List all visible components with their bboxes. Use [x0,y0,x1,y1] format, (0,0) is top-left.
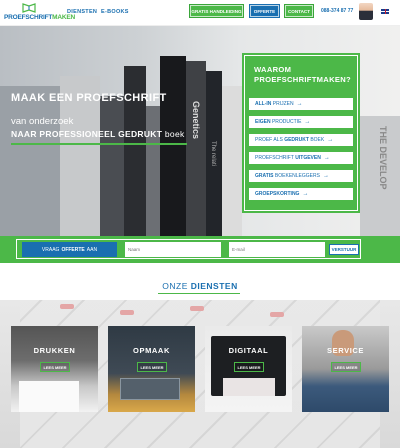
phone-number[interactable]: 088-374 87 77 [321,8,353,14]
logo-book-icon [22,3,36,13]
book-spine [146,106,160,236]
send-button[interactable]: VERSTUUR [329,244,359,255]
pink-tile [190,306,204,311]
logo-text: PROEFSCHRIFTMAKEN [4,14,75,21]
service-card-drukken[interactable]: DRUKKEN LEES MEER [11,326,98,412]
services-underline [158,293,240,294]
laptop-screen [120,378,180,400]
site-header: PROEFSCHRIFTMAKEN DIENSTEN E-BOOKS GRATI… [0,0,400,26]
hero-subtitle-1: van onderzoek [11,116,74,127]
uk-flag-icon[interactable] [381,9,389,14]
book-title-develop: THE DEVELOP [378,126,388,190]
gratis-handleiding-button[interactable]: GRATIS HANDLEIDING [189,4,244,18]
request-quote-button[interactable]: VRAAG OFFERTE AAN [22,242,117,257]
why-item-groepskorting[interactable]: GROEPSKORTING → [249,188,353,200]
book-spine [100,96,124,236]
hero-title: MAAK EEN PROEFSCHRIFT [11,92,167,104]
why-item-proef-gedrukt[interactable]: PROEF ALS GEDRUKT BOEK → [249,134,353,146]
nav-ebooks[interactable]: E-BOOKS [101,9,129,15]
contact-avatar [359,3,373,20]
service-card-digitaal[interactable]: DIGITAAL LEES MEER [205,326,292,412]
read-more-button[interactable]: LEES MEER [137,362,167,372]
why-item-eigen-productie[interactable]: EIGEN PRODUCTIE → [249,116,353,128]
service-card-title: SERVICE [327,346,364,355]
book-spine [0,86,60,236]
book-spine: THE DEVELOP [360,116,400,236]
screen-content [223,378,275,396]
why-item-uitgeven[interactable]: PROEFSCHRIFT UITGEVEN → [249,152,353,164]
arrow-right-icon: → [327,137,334,143]
why-title: WAAROM PROEFSCHRIFTMAKEN? [254,65,351,84]
read-more-button[interactable]: LEES MEER [331,362,361,372]
paper-stack [19,381,79,412]
contact-button[interactable]: CONTACT [284,4,314,18]
offerte-button[interactable]: OFFERTE [249,4,280,18]
why-panel: WAAROM PROEFSCHRIFTMAKEN? ALL-IN PRIJZEN… [242,53,360,213]
why-item-all-in[interactable]: ALL-IN PRIJZEN → [249,98,353,110]
pink-tile [60,304,74,309]
read-more-button[interactable]: LEES MEER [40,362,70,372]
book-spine: The relati [206,71,222,236]
service-card-opmaak[interactable]: OPMAAK LEES MEER [108,326,195,412]
hero-underline [11,143,187,145]
service-card-service[interactable]: SERVICE LEES MEER [302,326,389,412]
book-title-relati: The relati [210,141,216,167]
services-title: ONZE DIENSTEN [162,281,238,291]
name-input[interactable] [125,242,221,257]
book-spine [222,86,242,236]
service-card-title: DIGITAAL [228,346,269,355]
arrow-right-icon: → [322,173,329,179]
logo[interactable]: PROEFSCHRIFTMAKEN [4,3,75,23]
email-input[interactable] [229,242,325,257]
pink-tile [120,310,134,315]
pink-tile [270,312,284,317]
why-item-boekenleggers[interactable]: GRATIS BOEKENLEGGERS → [249,170,353,182]
arrow-right-icon: → [296,101,303,107]
quote-bar: VRAAGOFFERTEAAN VERSTUUR [0,236,400,263]
arrow-right-icon: → [302,191,309,197]
arrow-right-icon: → [304,119,311,125]
read-more-button[interactable]: LEES MEER [234,362,264,372]
book-spine [160,56,186,236]
service-card-title: OPMAAK [133,346,170,355]
book-spine: Genetics [186,61,206,236]
hero-subtitle-2: NAAR PROFESSIONEEL GEDRUKT boek [11,129,185,139]
nav-diensten[interactable]: DIENSTEN [67,9,97,15]
arrow-right-icon: → [323,155,330,161]
book-title-genetics: Genetics [191,101,201,140]
service-card-title: DRUKKEN [33,346,76,355]
